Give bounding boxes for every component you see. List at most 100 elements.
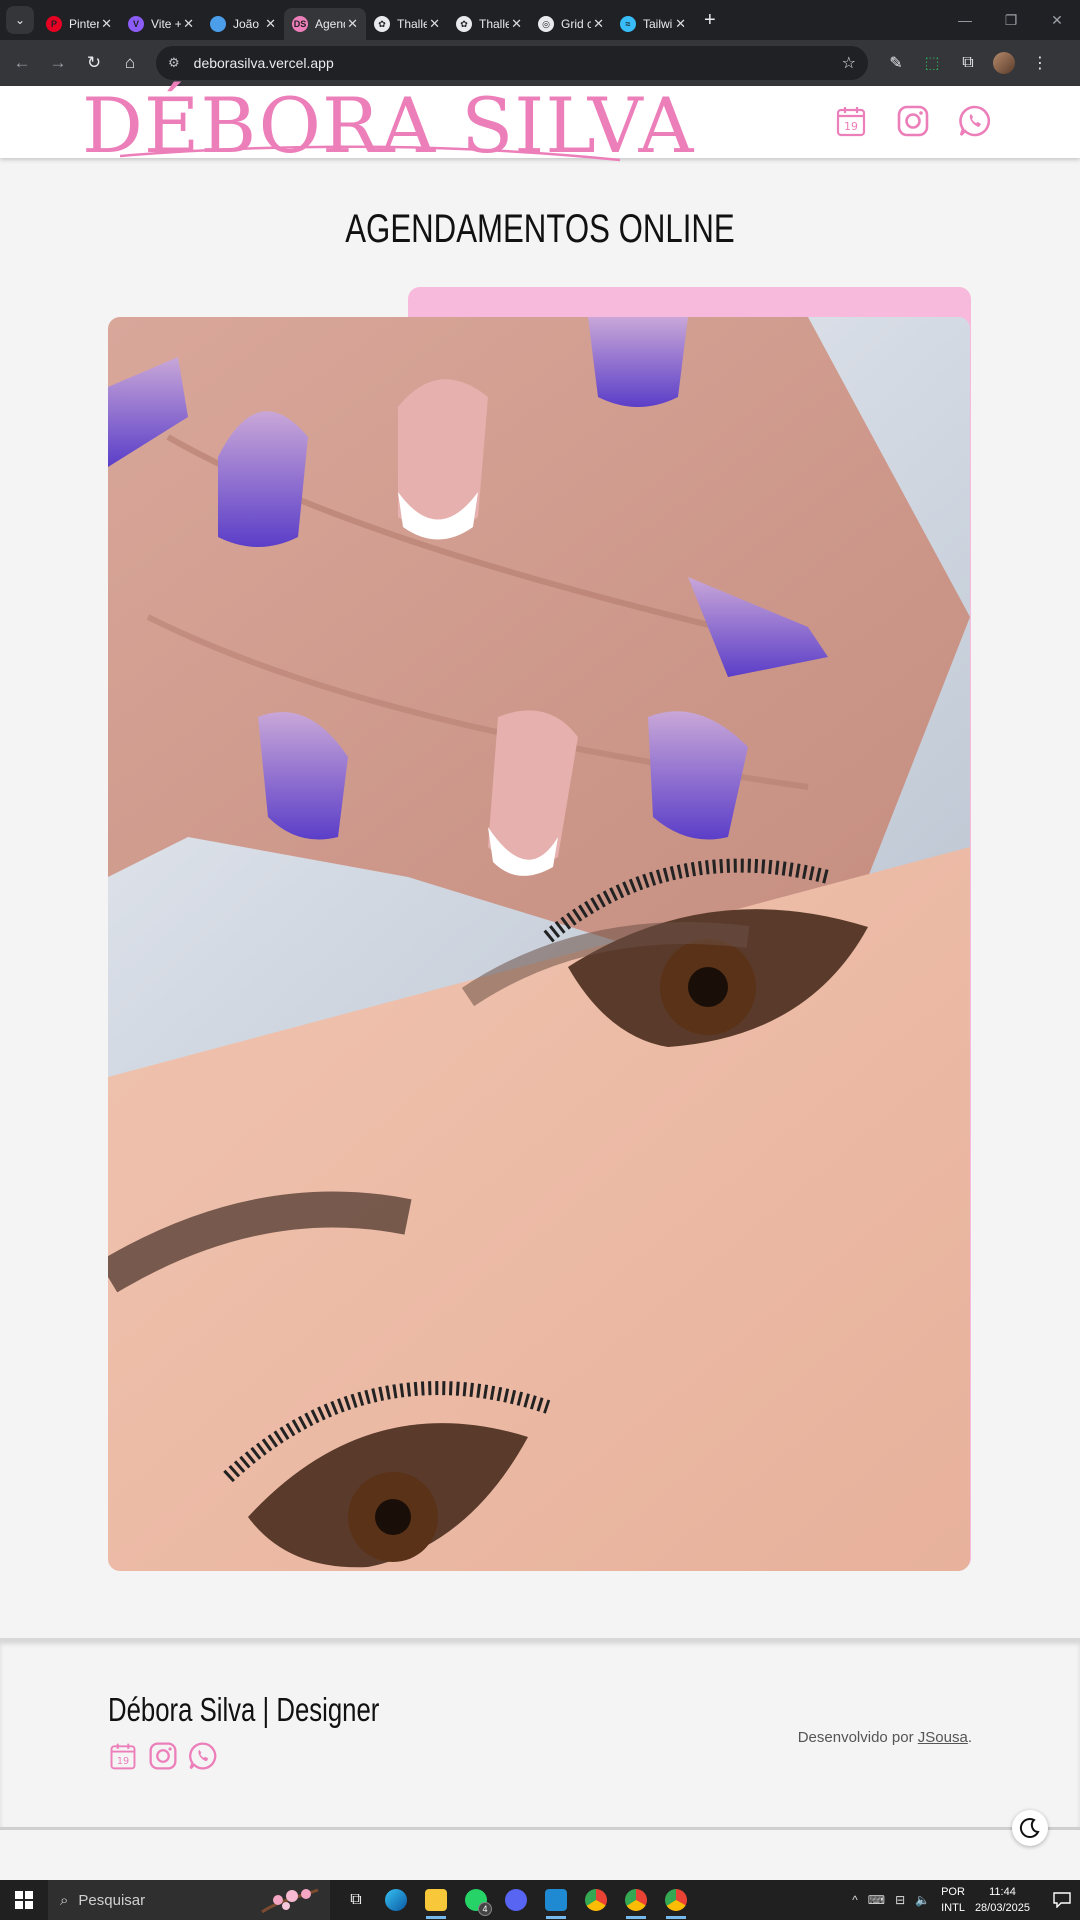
eyedropper-icon[interactable]: ✎ [878, 45, 914, 81]
footer-whatsapp-icon[interactable] [188, 1741, 218, 1771]
forward-button[interactable]: → [40, 45, 76, 81]
chrome-profile-icon [625, 1889, 647, 1911]
instagram-icon[interactable] [896, 104, 930, 138]
clock-date: 28/03/2025 [974, 1902, 1030, 1914]
taskbar-search[interactable]: ⌕ Pesquisar [48, 1880, 330, 1920]
address-bar[interactable]: ⚙ deborasilva.vercel.app ☆ [156, 46, 868, 80]
taskbar-search-placeholder: Pesquisar [78, 1891, 146, 1909]
footer-calendar-icon[interactable]: 19 [108, 1741, 138, 1771]
browser-tab-strip: ⌄ PPinterest✕VVite + React✕João Sousa✕DS… [0, 0, 1080, 40]
chrome-profile-icon [665, 1889, 687, 1911]
home-button[interactable]: ⌂ [112, 45, 148, 81]
footer-calendar-day-text: 19 [117, 1756, 129, 1767]
tab-title: Grid css [561, 17, 591, 31]
search-icon: ⌕ [60, 1891, 69, 1909]
tab-close-icon[interactable]: ✕ [347, 16, 358, 32]
browser-tab[interactable]: DS Agendamentos✕ [284, 8, 366, 40]
dark-mode-toggle[interactable] [1012, 1810, 1048, 1846]
tab-title: Pinterest [69, 17, 99, 31]
input-language[interactable]: POR INTL [941, 1884, 965, 1916]
moon-icon [1019, 1818, 1040, 1839]
device-icon[interactable]: ⌨ [868, 1893, 885, 1907]
taskbar-edge[interactable] [376, 1880, 416, 1920]
windows-logo-icon [15, 1891, 33, 1909]
tab-favicon-icon: ≈ [620, 16, 636, 32]
credit-link[interactable]: JSousa [918, 1729, 968, 1746]
minimize-button[interactable]: — [942, 0, 988, 40]
tab-title: Agendamentos [315, 17, 345, 31]
start-button[interactable] [0, 1880, 48, 1920]
browser-tab[interactable]: ✿ Thalles✕ [448, 8, 530, 40]
browser-tab[interactable]: ≈ Tailwind✕ [612, 8, 694, 40]
page-title: AGENDAMENTOS ONLINE [345, 207, 735, 251]
task-view-button[interactable]: ⧉ [336, 1880, 376, 1920]
tab-close-icon[interactable]: ✕ [511, 16, 522, 32]
taskbar-chrome[interactable] [576, 1880, 616, 1920]
whatsapp-icon[interactable] [958, 104, 992, 138]
browser-tab[interactable]: P Pinterest✕ [38, 8, 120, 40]
tab-search-button[interactable]: ⌄ [6, 6, 34, 34]
browser-tab[interactable]: João Sousa✕ [202, 8, 284, 40]
taskbar-file-explorer[interactable] [416, 1880, 456, 1920]
discord-icon [505, 1889, 527, 1911]
bookmark-star-icon[interactable]: ☆ [842, 53, 856, 73]
folder-icon [425, 1889, 447, 1911]
site-info-icon[interactable]: ⚙ [168, 55, 180, 71]
back-button[interactable]: ← [4, 45, 40, 81]
site-footer: Débora Silva | Designer 19 Desenvolvido … [0, 1638, 1080, 1830]
taskbar-whatsapp[interactable]: 4 [456, 1880, 496, 1920]
tab-title: Vite + React [151, 17, 181, 31]
site-header: DÉBORA SILVA 19 [0, 84, 1080, 168]
system-tray: ^ ⌨ ⊟ 🔈 POR INTL 11:44 28/03/2025 [847, 1880, 1080, 1920]
taskbar-clock[interactable]: 11:44 28/03/2025 [975, 1884, 1030, 1916]
screenshot-icon[interactable]: ⬚ [914, 45, 950, 81]
vscode-icon [545, 1889, 567, 1911]
clock-time: 11:44 [989, 1886, 1016, 1898]
hero-image [108, 317, 970, 1571]
developer-credit: Desenvolvido por JSousa. [798, 1729, 972, 1746]
tab-title: Thalles [479, 17, 509, 31]
credit-prefix: Desenvolvido por [797, 1729, 918, 1746]
tab-title: Tailwind [643, 17, 673, 31]
calendar-icon[interactable]: 19 [834, 104, 868, 138]
avatar [993, 52, 1015, 74]
browser-tab[interactable]: V Vite + React✕ [120, 8, 202, 40]
taskbar-discord[interactable] [496, 1880, 536, 1920]
task-view-icon: ⧉ [350, 1891, 362, 1908]
windows-taskbar: ⌕ Pesquisar ⧉ 4 ^ ⌨ ⊟ 🔈 POR INTL 11:44 2… [0, 1880, 1080, 1920]
tab-favicon-icon: V [128, 16, 144, 32]
extensions-icon[interactable]: ⧉ [950, 45, 986, 81]
close-window-button[interactable]: ✕ [1034, 0, 1080, 40]
browser-tab[interactable]: ✿ Thalles✕ [366, 8, 448, 40]
tab-close-icon[interactable]: ✕ [593, 16, 604, 32]
new-tab-button[interactable]: + [704, 9, 716, 32]
reload-button[interactable]: ↻ [76, 45, 112, 81]
tab-favicon-icon: ✿ [374, 16, 390, 32]
profile-avatar[interactable] [986, 45, 1022, 81]
taskbar-vscode[interactable] [536, 1880, 576, 1920]
tab-close-icon[interactable]: ✕ [429, 16, 440, 32]
taskbar-chrome-profile-2[interactable] [656, 1880, 696, 1920]
tab-list: PPinterest✕VVite + React✕João Sousa✕DSAg… [38, 0, 694, 40]
network-icon[interactable]: ⊟ [895, 1893, 905, 1907]
restore-button[interactable]: ❐ [988, 0, 1034, 40]
tab-close-icon[interactable]: ✕ [265, 16, 276, 32]
credit-suffix: . [967, 1729, 972, 1746]
volume-icon[interactable]: 🔈 [915, 1893, 930, 1907]
cherry-blossom-icon [261, 1888, 319, 1914]
tab-close-icon[interactable]: ✕ [101, 16, 112, 32]
taskbar-chrome-profile-1[interactable] [616, 1880, 656, 1920]
menu-icon[interactable]: ⋮ [1022, 45, 1058, 81]
url-text: deborasilva.vercel.app [193, 55, 334, 71]
browser-tab[interactable]: ◎ Grid css✕ [530, 8, 612, 40]
tab-title: João Sousa [233, 17, 263, 31]
whatsapp-badge: 4 [478, 1902, 492, 1916]
tab-favicon-icon: P [46, 16, 62, 32]
footer-instagram-icon[interactable] [148, 1741, 178, 1771]
edge-icon [385, 1889, 407, 1911]
tab-close-icon[interactable]: ✕ [675, 16, 686, 32]
tab-favicon-icon: DS [292, 16, 308, 32]
show-hidden-icons-chevron-icon[interactable]: ^ [852, 1893, 858, 1907]
tab-close-icon[interactable]: ✕ [183, 16, 194, 32]
notification-center-button[interactable] [1044, 1892, 1080, 1908]
